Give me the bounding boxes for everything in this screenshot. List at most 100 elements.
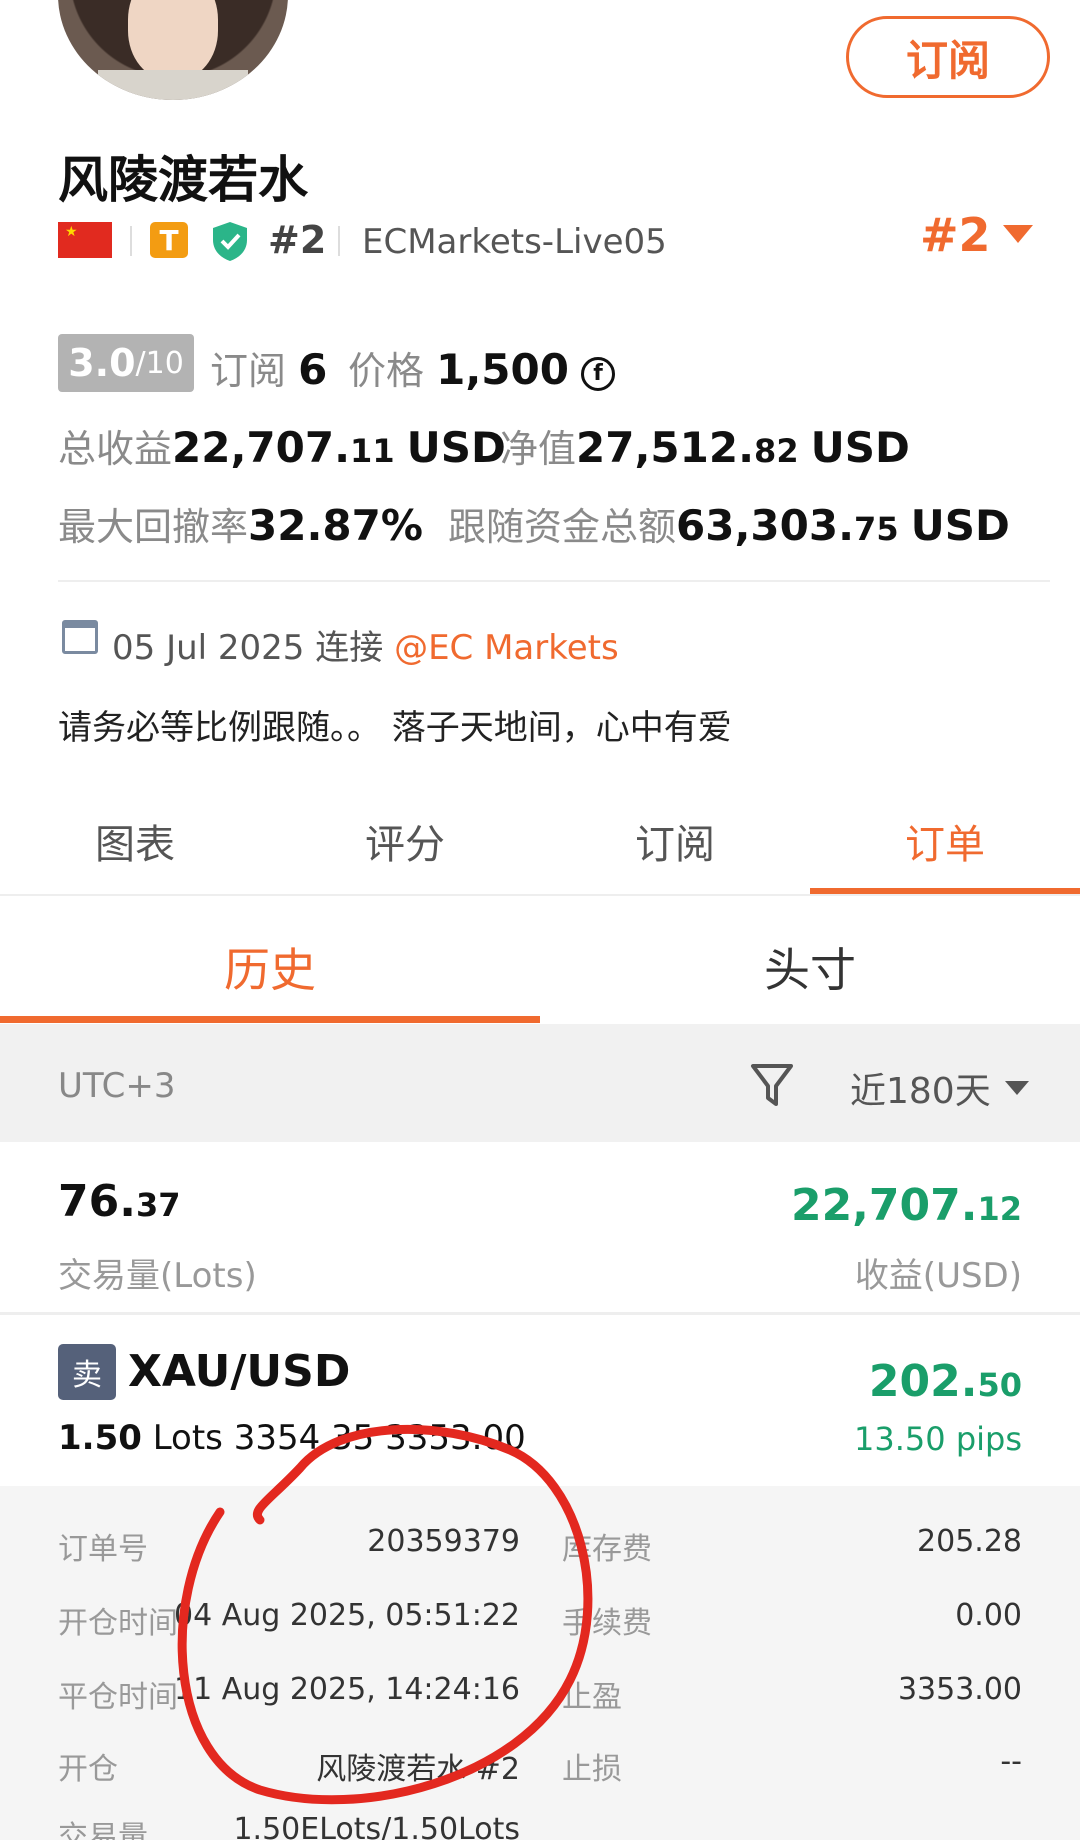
range-label: 近180天	[850, 1071, 991, 1112]
section-divider	[58, 580, 1050, 582]
rank-label: #2	[268, 218, 327, 262]
avatar-face	[128, 0, 218, 80]
equity-int: 27,512.	[576, 423, 755, 472]
detail-value: 20359379	[367, 1524, 520, 1559]
detail-label: 交易量	[58, 1820, 148, 1840]
follow-funds-int: 63,303.	[676, 501, 855, 550]
tab-subscribe[interactable]: 订阅	[540, 812, 810, 870]
china-flag-icon: ★	[58, 222, 112, 258]
detail-value: 3353.00	[897, 1672, 1022, 1707]
detail-label: 止盈	[562, 1680, 622, 1715]
summary-profit-int: 22,707.	[790, 1180, 978, 1231]
detail-value: 11 Aug 2025, 14:24:16	[174, 1672, 520, 1707]
volume-label: 交易量(Lots)	[58, 1256, 257, 1296]
equity-dec: 82	[754, 432, 799, 470]
timezone-label: UTC+3	[58, 1066, 176, 1106]
follow-funds-unit: USD	[910, 501, 1010, 550]
subscriptions-value: 6	[298, 345, 328, 394]
sell-badge: 卖	[58, 1344, 116, 1400]
volume-dec: 37	[135, 1186, 181, 1224]
subtab-history[interactable]: 历史	[0, 934, 540, 1000]
price-stat: 价格 1,500 f	[348, 340, 616, 395]
bio-text: 请务必等比例跟随。。 落子天地间，心中有爱	[58, 708, 732, 748]
broker-link[interactable]: @EC Markets	[394, 628, 619, 668]
rank-selector[interactable]: #2	[920, 208, 1033, 262]
score-badge: 3.0/10	[58, 334, 194, 392]
total-profit-unit: USD	[406, 423, 506, 472]
dropdown-triangle-icon	[1002, 225, 1033, 243]
detail-label: 开仓	[58, 1752, 118, 1787]
tab-orders[interactable]: 订单	[810, 812, 1080, 870]
detail-label: 开仓时间	[58, 1606, 178, 1641]
score-value: 3.0	[68, 341, 136, 385]
subscriptions-stat: 订阅 6	[210, 340, 327, 395]
equity-label: 净值	[500, 427, 577, 471]
order-profit-int: 202.	[868, 1356, 978, 1407]
detail-value: 风陵渡若水 #2	[316, 1752, 520, 1787]
subscriptions-label: 订阅	[210, 349, 287, 393]
detail-label: 库存费	[562, 1532, 652, 1567]
tab-chart[interactable]: 图表	[0, 812, 270, 870]
trader-name: 风陵渡若水	[58, 151, 308, 209]
order-profit-dec: 50	[977, 1366, 1022, 1404]
divider	[130, 226, 132, 256]
follow-funds-stat: 跟随资金总额63,303.75 USD	[448, 496, 1010, 551]
avatar-scarf	[98, 70, 248, 100]
total-profit-dec: 11	[350, 432, 395, 470]
active-tab-indicator	[810, 888, 1080, 894]
detail-value: 1.50ELots/1.50Lots	[233, 1812, 520, 1840]
total-volume: 76.37	[58, 1176, 180, 1227]
calendar-icon	[62, 620, 98, 654]
avatar[interactable]	[58, 0, 288, 100]
filter-funnel-icon[interactable]	[750, 1062, 794, 1110]
total-profit-label: 总收益	[58, 427, 173, 471]
drawdown-label: 最大回撤率	[58, 505, 249, 549]
total-profit: 22,707.12	[791, 1180, 1022, 1231]
detail-label: 止损	[562, 1752, 622, 1787]
coin-icon: f	[581, 357, 616, 391]
detail-value: 04 Aug 2025, 05:51:22	[174, 1598, 520, 1633]
detail-label: 手续费	[562, 1606, 652, 1641]
detail-value: 0.00	[955, 1598, 1022, 1633]
order-lots-line: 1.50 Lots 3354.35 3353.00	[58, 1418, 526, 1458]
open-price: 3354.35	[233, 1418, 375, 1458]
equity-stat: 净值27,512.82 USD	[500, 418, 910, 473]
detail-value: --	[1000, 1744, 1022, 1779]
drawdown-stat: 最大回撤率32.87%	[58, 496, 423, 551]
price-value: 1,500	[436, 345, 569, 394]
tier-badge: T	[150, 222, 188, 258]
drawdown-value: 32.87%	[248, 501, 423, 550]
subtab-positions[interactable]: 头寸	[540, 934, 1080, 1000]
total-profit-stat: 总收益22,707.11 USD	[58, 418, 506, 473]
order-lots-unit: Lots	[152, 1418, 223, 1458]
server-name: ECMarkets-Live05	[362, 222, 667, 262]
verified-shield-icon	[213, 222, 247, 261]
tabs-divider	[0, 894, 1080, 896]
total-profit-int: 22,707.	[172, 423, 351, 472]
follow-funds-dec: 75	[854, 510, 899, 548]
order-symbol[interactable]: XAU/USD	[128, 1346, 350, 1397]
subscribe-button[interactable]: 订阅	[846, 16, 1050, 98]
summary-divider	[0, 1312, 1080, 1315]
order-profit: 202.50	[869, 1356, 1022, 1407]
tab-rating[interactable]: 评分	[270, 812, 540, 870]
order-lots: 1.50	[58, 1418, 142, 1458]
follow-funds-label: 跟随资金总额	[448, 505, 677, 549]
price-label: 价格	[348, 349, 425, 393]
connect-date: 05 Jul 2025 连接	[112, 628, 384, 668]
detail-label: 平仓时间	[58, 1680, 178, 1715]
summary-profit-dec: 12	[977, 1190, 1022, 1228]
profit-label: 收益(USD)	[854, 1256, 1022, 1296]
dropdown-triangle-icon	[1004, 1081, 1029, 1095]
order-pips: 13.50 pips	[854, 1420, 1022, 1458]
rank-selector-label: #2	[920, 208, 991, 262]
active-subtab-indicator	[0, 1016, 540, 1023]
score-max: /10	[135, 345, 184, 381]
close-price: 3353.00	[385, 1418, 526, 1458]
equity-unit: USD	[810, 423, 910, 472]
connect-date-line: 05 Jul 2025 连接 @EC Markets	[112, 620, 619, 669]
range-dropdown[interactable]: 近180天	[850, 1062, 1029, 1114]
divider	[338, 226, 340, 256]
detail-value: 205.28	[917, 1524, 1022, 1559]
detail-label: 订单号	[58, 1532, 148, 1567]
